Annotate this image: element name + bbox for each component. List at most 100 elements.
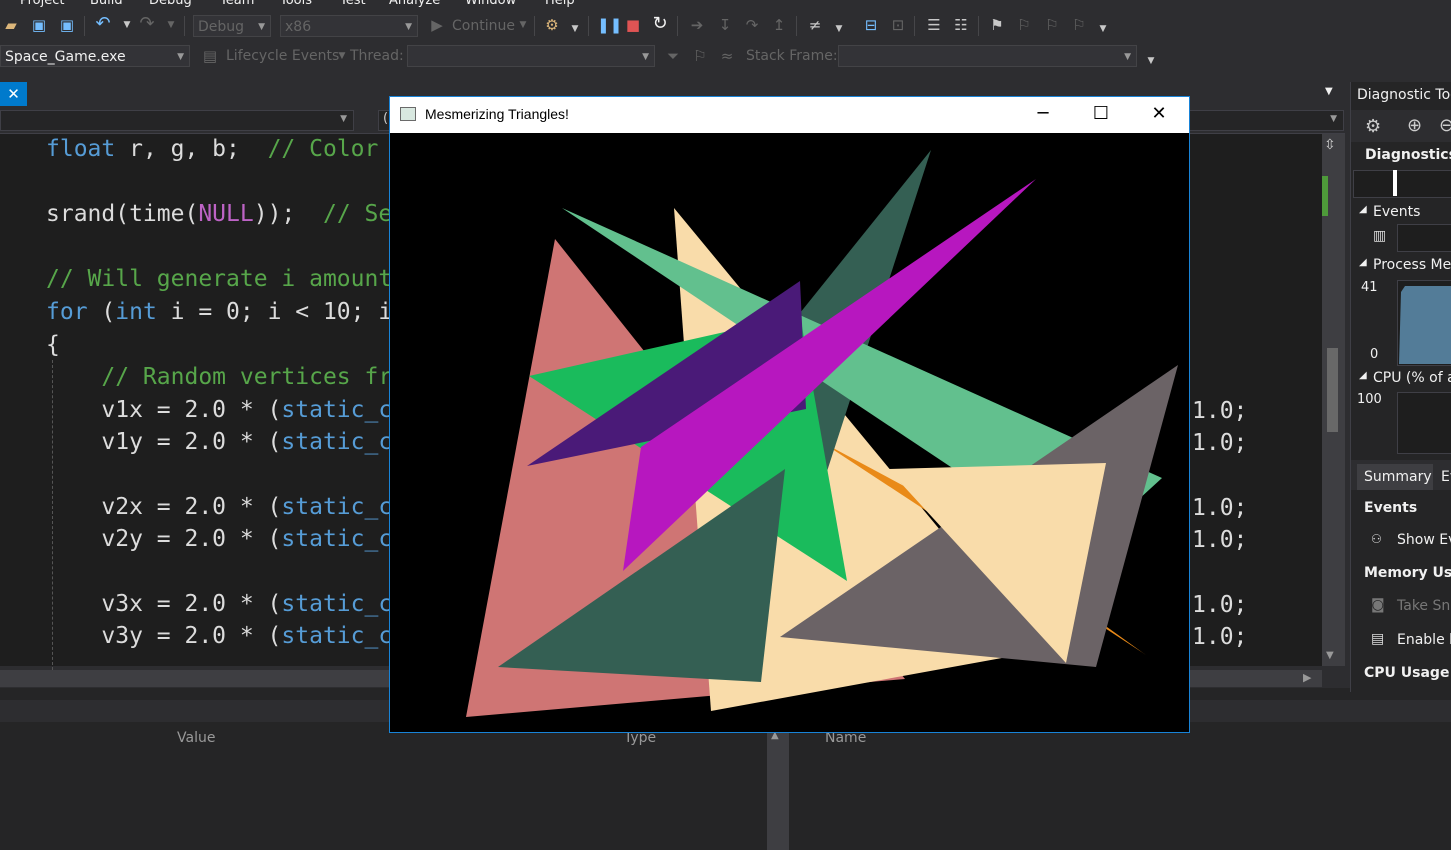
flag-threads-icon[interactable]: ⚐ — [691, 47, 709, 65]
tab-events[interactable]: Ev — [1441, 469, 1451, 485]
disable-icon[interactable]: ⊡ — [889, 16, 907, 34]
diagnostic-tools-title: Diagnostic Too — [1357, 87, 1451, 103]
process-value: Space_Game.exe — [5, 49, 126, 65]
hex-display-icon[interactable]: ≠ — [806, 16, 824, 34]
enable-heap-profiling-button[interactable]: Enable h — [1397, 632, 1451, 648]
breakpoints-icon[interactable]: ⊟ — [862, 16, 880, 34]
indent-guide — [52, 360, 53, 670]
timeline-ruler[interactable] — [1353, 170, 1451, 198]
filter-icon[interactable]: ⏷ — [664, 47, 682, 65]
hex-dropdown-icon[interactable]: ▼ — [830, 20, 848, 38]
lifecycle-events-icon: ▤ — [202, 47, 218, 65]
show-next-statement-icon[interactable]: ➔ — [688, 16, 706, 34]
platform-select[interactable]: x86 ▼ — [280, 15, 418, 37]
scroll-down-icon[interactable]: ▼ — [1326, 650, 1334, 661]
menu-team[interactable]: Team — [220, 0, 254, 8]
menu-test[interactable]: Test — [340, 0, 366, 8]
value-column-header[interactable]: Value — [177, 730, 215, 746]
close-tab-icon[interactable]: ✕ — [0, 82, 27, 106]
minimize-button[interactable]: ─ — [1014, 97, 1072, 133]
redo-dropdown-icon[interactable]: ▼ — [162, 16, 180, 34]
restart-icon[interactable]: ↻ — [651, 15, 669, 33]
open-folder-icon[interactable]: ▰ — [2, 16, 20, 34]
app-window[interactable]: Mesmerizing Triangles! ─ ☐ ✕ — [389, 96, 1190, 733]
thread-select[interactable]: ▼ — [407, 45, 655, 67]
step-over-icon[interactable]: ↷ — [743, 16, 761, 34]
bookmark-icon[interactable]: ⚑ — [988, 16, 1006, 34]
render-canvas — [390, 133, 1189, 732]
step-out-icon[interactable]: ↥ — [770, 16, 788, 34]
tab-list-dropdown-icon[interactable]: ▼ — [1325, 86, 1333, 97]
cpu-graph[interactable] — [1397, 392, 1451, 454]
split-window-icon[interactable]: ⇳ — [1324, 137, 1336, 153]
code-token: static_c — [281, 526, 393, 552]
maximize-button[interactable]: ☐ — [1072, 97, 1130, 133]
pause-icon[interactable]: ❚❚ — [597, 16, 622, 34]
continue-dropdown-icon[interactable]: ▼ — [514, 16, 532, 34]
uncomment-lines-icon[interactable]: ☷ — [952, 16, 970, 34]
diagnostic-tools-panel: Diagnostic Too ⚙ ⊕ ⊖ Diagnostics s ◢ Eve… — [1350, 82, 1451, 692]
take-snapshot-button[interactable]: Take Sna — [1397, 598, 1451, 614]
step-into-icon[interactable]: ↧ — [716, 16, 734, 34]
memory-graph-area — [1399, 286, 1451, 364]
clear-bookmarks-icon[interactable]: ⚐ — [1070, 16, 1088, 34]
process-select[interactable]: Space_Game.exe ▼ — [0, 45, 190, 67]
show-threads-icon[interactable]: ≈ — [718, 47, 736, 65]
events-graph-label: Events — [1373, 204, 1421, 220]
project-nav-dropdown[interactable]: ▼ — [0, 110, 354, 131]
menu-tools[interactable]: Tools — [280, 0, 312, 8]
menu-build[interactable]: Build — [90, 0, 123, 8]
lifecycle-dropdown-icon[interactable]: ▼ — [333, 47, 351, 65]
save-all-icon[interactable]: ▣ — [58, 16, 76, 34]
menu-project[interactable]: Project — [20, 0, 64, 8]
code-fragment: 1.0; — [1192, 592, 1248, 618]
change-marker — [1322, 176, 1328, 216]
close-button[interactable]: ✕ — [1130, 97, 1188, 133]
menu-analyze[interactable]: Analyze — [389, 0, 440, 8]
menu-help[interactable]: Help — [545, 0, 575, 8]
code-line: // Random vertices fr — [46, 362, 392, 392]
code-line: // Will generate i amount — [46, 264, 392, 294]
app-window-title: Mesmerizing Triangles! — [425, 106, 569, 122]
lifecycle-events-menu[interactable]: Lifecycle Events — [226, 46, 339, 66]
show-events-link[interactable]: Show Ev — [1397, 532, 1451, 548]
attach-dropdown-icon[interactable]: ▼ — [566, 20, 584, 38]
toolbar2-options-icon[interactable]: ▼ — [1142, 52, 1160, 70]
play-icon[interactable]: ▶ — [428, 16, 446, 34]
menu-window[interactable]: Window — [465, 0, 516, 8]
debug-location-toolbar: Space_Game.exe ▼ ▤ Lifecycle Events ▼ Thr… — [0, 42, 1451, 72]
attach-process-icon[interactable]: ⚙ — [543, 16, 561, 34]
editor-scrollbar-thumb[interactable] — [1327, 348, 1338, 432]
code-token: v1x = 2.0 * ( — [46, 397, 282, 423]
menu-bar: Project Build Debug Team Tools Test Anal… — [0, 0, 1451, 10]
comment-lines-icon[interactable]: ☰ — [925, 16, 943, 34]
zoom-in-icon[interactable]: ⊕ — [1407, 115, 1422, 136]
code-line: { — [46, 330, 60, 360]
stop-icon[interactable]: ■ — [624, 16, 642, 34]
pause-events-icon[interactable]: ▥ — [1373, 228, 1386, 244]
zoom-out-icon[interactable]: ⊖ — [1439, 115, 1451, 136]
events-icon: ⚇ — [1371, 532, 1382, 546]
menu-debug[interactable]: Debug — [149, 0, 192, 8]
chevron-down-icon: ▼ — [642, 52, 649, 62]
undo-icon[interactable]: ↶ — [94, 15, 112, 33]
collapse-triangle-icon[interactable]: ◢ — [1359, 257, 1367, 268]
app-title-bar[interactable]: Mesmerizing Triangles! ─ ☐ ✕ — [390, 97, 1189, 133]
collapse-triangle-icon[interactable]: ◢ — [1359, 370, 1367, 381]
config-select[interactable]: Debug ▼ — [193, 15, 271, 37]
settings-gear-icon[interactable]: ⚙ — [1365, 116, 1381, 137]
redo-icon[interactable]: ↷ — [138, 15, 156, 33]
toolbar-options-icon[interactable]: ▼ — [1094, 20, 1112, 38]
stack-frame-select[interactable]: ▼ — [838, 45, 1137, 67]
timeline-cursor — [1393, 170, 1397, 196]
scroll-right-icon[interactable]: ▶ — [1303, 671, 1311, 684]
undo-dropdown-icon[interactable]: ▼ — [118, 16, 136, 34]
collapse-triangle-icon[interactable]: ◢ — [1359, 204, 1367, 215]
continue-button[interactable]: Continue — [452, 16, 515, 36]
prev-bookmark-icon[interactable]: ⚐ — [1015, 16, 1033, 34]
code-line: v3x = 2.0 * (static_c — [46, 589, 392, 619]
panel-splitter[interactable] — [767, 730, 789, 850]
code-token: // Se — [322, 201, 393, 227]
save-icon[interactable]: ▣ — [30, 16, 48, 34]
next-bookmark-icon[interactable]: ⚐ — [1043, 16, 1061, 34]
